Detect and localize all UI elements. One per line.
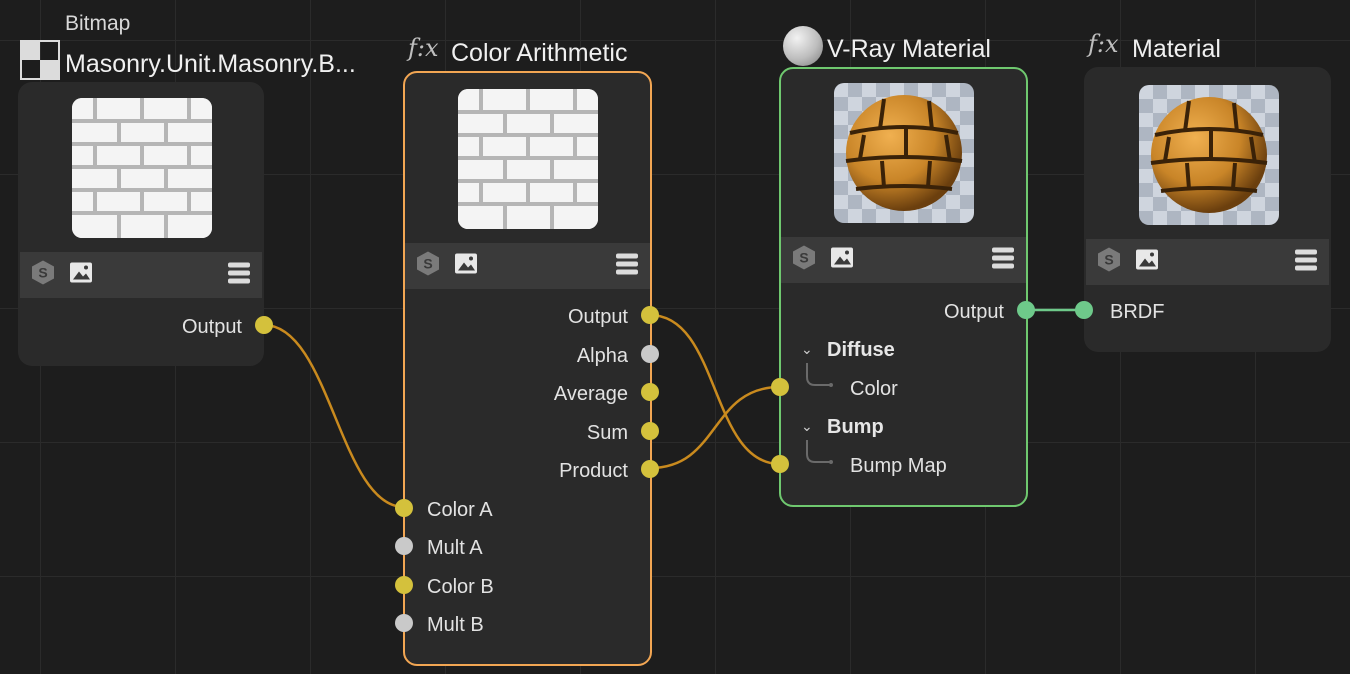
image-icon[interactable] [68,260,94,291]
material-preview-thumbnail [1139,85,1279,225]
port-label-alpha: Alpha [576,345,628,367]
vray-output-port[interactable] [1017,301,1035,319]
node-title[interactable]: V-Ray Material [827,35,991,64]
svg-text:S: S [1104,252,1113,268]
substance-icon[interactable]: S [30,260,56,291]
node-title[interactable]: Color Arithmetic [451,39,627,68]
color-arithmetic-node[interactable]: S Output Alpha Average Sum Product Color… [403,71,652,666]
node-title[interactable]: Masonry.Unit.Masonry.B... [65,50,356,79]
arith-product-port[interactable] [641,460,659,478]
wire-bitmap-output-to-color-a[interactable] [263,323,405,509]
brick-texture-thumbnail [458,89,598,229]
chevron-down-icon[interactable]: ⌄ [801,418,813,435]
arith-color-a-port[interactable] [395,499,413,517]
port-label-brdf: BRDF [1110,301,1165,323]
menu-icon[interactable] [1293,247,1319,278]
port-label-product: Product [559,460,628,482]
port-label-bump-map: Bump Map [850,455,947,477]
vray-material-node[interactable]: S Output ⌄ Diffuse Color ⌄ Bump Bump Map [779,67,1028,507]
menu-icon[interactable] [990,245,1016,276]
function-icon: f:x [408,34,439,62]
substance-icon[interactable]: S [415,251,441,282]
node-toolbar: S [405,243,650,289]
node-title[interactable]: Material [1132,35,1221,64]
arith-mult-b-port[interactable] [395,614,413,632]
port-label-output: Output [181,316,242,338]
material-brdf-port[interactable] [1075,301,1093,319]
port-label-output: Output [943,301,1004,323]
port-label-color: Color [850,378,898,400]
svg-text:S: S [38,265,47,281]
vray-bump-map-port[interactable] [771,455,789,473]
wire-arith-product-to-diffuse-color[interactable] [649,385,781,470]
brick-texture-thumbnail [72,98,212,238]
port-label-output: Output [567,306,628,328]
arith-mult-a-port[interactable] [395,537,413,555]
arith-alpha-port[interactable] [641,345,659,363]
menu-icon[interactable] [226,260,252,291]
node-toolbar: S [781,237,1026,283]
image-icon[interactable] [1134,247,1160,278]
material-node[interactable]: S BRDF [1084,67,1331,352]
svg-text:S: S [799,250,808,266]
substance-icon[interactable]: S [1096,247,1122,278]
port-label-color-b: Color B [427,576,494,598]
image-icon[interactable] [829,245,855,276]
node-subtitle: Bitmap [65,12,131,35]
node-toolbar: S [1086,239,1329,285]
tree-connector [806,363,833,387]
bitmap-node[interactable]: S Output [18,82,264,366]
arith-sum-port[interactable] [641,422,659,440]
arith-color-b-port[interactable] [395,576,413,594]
function-icon: f:x [1088,30,1119,58]
checker-icon [20,40,60,80]
vray-diffuse-color-port[interactable] [771,378,789,396]
node-toolbar: S [20,252,262,298]
svg-text:S: S [423,256,432,272]
tree-connector [806,440,833,464]
substance-icon[interactable]: S [791,245,817,276]
arith-average-port[interactable] [641,383,659,401]
group-label-diffuse[interactable]: Diffuse [827,339,895,362]
port-label-color-a: Color A [427,499,493,521]
port-label-average: Average [553,383,628,405]
port-label-mult-b: Mult B [427,614,484,636]
port-label-sum: Sum [586,422,628,444]
group-label-bump[interactable]: Bump [827,416,884,439]
material-sphere-icon [783,26,823,66]
image-icon[interactable] [453,251,479,282]
bitmap-output-port[interactable] [255,316,273,334]
arith-output-port[interactable] [641,306,659,324]
material-preview-thumbnail [834,83,974,223]
menu-icon[interactable] [614,251,640,282]
port-label-mult-a: Mult A [427,537,483,559]
chevron-down-icon[interactable]: ⌄ [801,341,813,358]
